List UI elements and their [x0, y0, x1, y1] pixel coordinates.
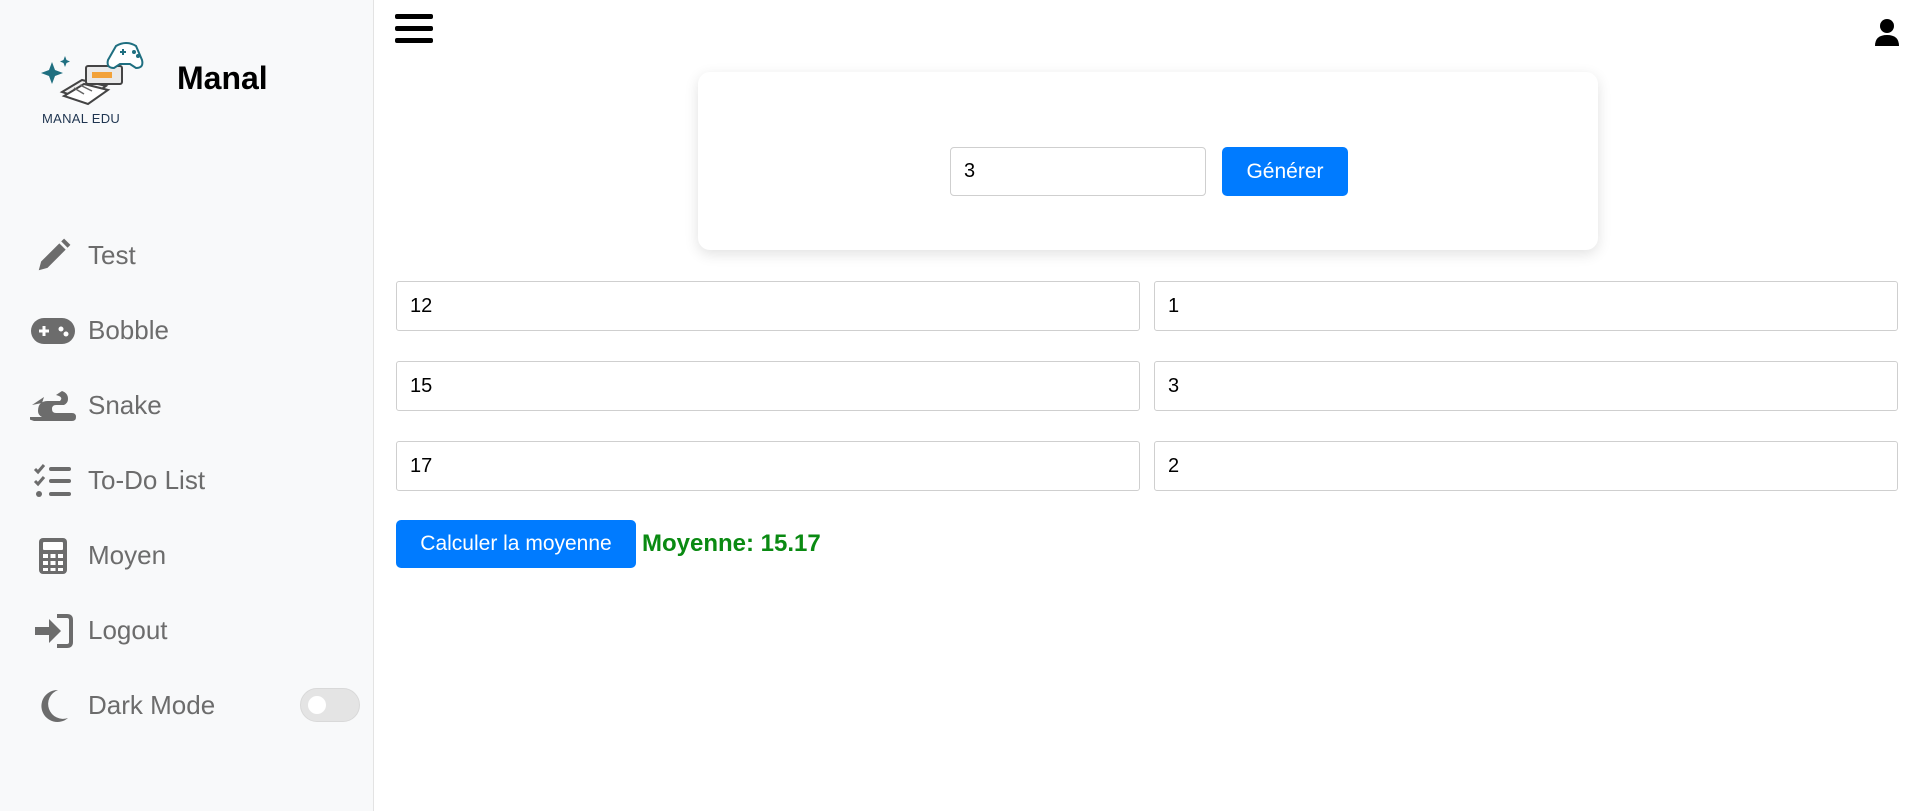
- brand: MANAL EDU Manal: [40, 36, 268, 126]
- sidebar: MANAL EDU Manal Test Bobble Snake To-Do …: [0, 0, 374, 811]
- pencil-icon: [30, 233, 76, 279]
- logo: MANAL EDU: [40, 36, 148, 126]
- checklist-icon: [30, 458, 76, 504]
- calculate-average-button[interactable]: Calculer la moyenne: [396, 520, 636, 568]
- coef-input-2[interactable]: [1154, 361, 1898, 411]
- calculator-icon: [30, 533, 76, 579]
- sidebar-item-moyen[interactable]: Moyen: [30, 518, 360, 593]
- user-icon[interactable]: [1874, 18, 1900, 46]
- main-content: Générer Calculer la moyenne Moyenne: 15.…: [375, 0, 1920, 811]
- toggle-knob: [308, 696, 326, 714]
- logo-text: MANAL EDU: [42, 111, 121, 126]
- dark-mode-toggle[interactable]: [300, 688, 360, 722]
- hamburger-icon[interactable]: [395, 14, 433, 46]
- sidebar-item-todo[interactable]: To-Do List: [30, 443, 360, 518]
- sidebar-item-label: Test: [88, 240, 136, 270]
- sidebar-item-label: Snake: [88, 390, 162, 420]
- sidebar-item-label: Moyen: [88, 540, 167, 570]
- sidebar-item-label: Logout: [88, 615, 168, 645]
- count-input[interactable]: [950, 147, 1206, 196]
- sidebar-nav: Test Bobble Snake To-Do List Moyen Logou…: [30, 218, 360, 743]
- dark-mode-row: Dark Mode: [30, 668, 360, 743]
- sidebar-item-label: Bobble: [88, 315, 169, 345]
- sidebar-item-snake[interactable]: Snake: [30, 368, 360, 443]
- gamepad-icon: [30, 308, 76, 354]
- sidebar-item-bobble[interactable]: Bobble: [30, 293, 360, 368]
- note-input-3[interactable]: [396, 441, 1140, 491]
- average-result: Moyenne: 15.17: [642, 530, 821, 557]
- snake-icon: [30, 383, 76, 429]
- generator-card: Générer: [698, 72, 1598, 250]
- note-input-2[interactable]: [396, 361, 1140, 411]
- sidebar-item-logout[interactable]: Logout: [30, 593, 360, 668]
- coef-input-1[interactable]: [1154, 281, 1898, 331]
- sidebar-item-test[interactable]: Test: [30, 218, 360, 293]
- note-input-1[interactable]: [396, 281, 1140, 331]
- sign-in-icon: [30, 608, 76, 654]
- brand-name: Manal: [177, 60, 268, 96]
- moon-icon: [30, 683, 76, 729]
- sidebar-item-label: To-Do List: [88, 465, 206, 495]
- logo-illustration: [41, 42, 144, 106]
- dark-mode-label: Dark Mode: [88, 690, 216, 720]
- generate-button[interactable]: Générer: [1222, 147, 1348, 196]
- coef-input-3[interactable]: [1154, 441, 1898, 491]
